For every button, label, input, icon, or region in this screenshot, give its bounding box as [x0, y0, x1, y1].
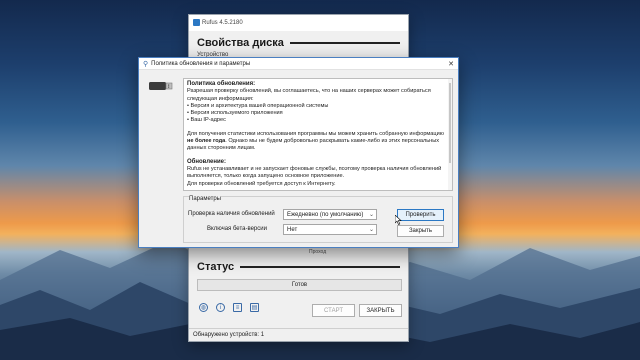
update-text: Rufus не устанавливает и не запускает фо…: [187, 165, 442, 180]
settings-icon[interactable]: ≡: [233, 303, 242, 312]
check-updates-select[interactable]: Ежедневно (по умолчанию) ⌄: [283, 209, 377, 220]
usb-drive-icon: [149, 82, 173, 90]
status-rule: [240, 266, 400, 268]
toolbar-icons: ◍ i ≡ ▤: [199, 303, 259, 312]
drive-properties-heading: Свойства диска: [189, 31, 408, 49]
policy-item: • Ваш IP-адрес: [187, 117, 226, 124]
partial-label: Проход: [309, 249, 327, 255]
policy-scrollbar[interactable]: [448, 79, 452, 190]
start-button[interactable]: СТАРТ: [312, 304, 355, 317]
update-title: Обновление:: [187, 158, 226, 165]
check-updates-value: Ежедневно (по умолчанию): [287, 211, 364, 218]
check-updates-label: Проверка наличия обновлений: [188, 211, 275, 217]
info-icon[interactable]: i: [216, 303, 225, 312]
policy-intro: Разрешая проверку обновлений, вы соглаша…: [187, 88, 431, 102]
beta-versions-label: Включая бета-версии: [207, 226, 267, 232]
policy-text-box[interactable]: Политика обновления: Разрешая проверку о…: [183, 78, 453, 191]
update-policy-dialog: ⚲ Политика обновления и параметры ✕ Поли…: [138, 57, 459, 248]
status-heading: Статус: [189, 261, 408, 273]
usb-small-icon: ⚲: [143, 60, 149, 68]
rufus-statusbar: Обнаружено устройств: 1: [189, 328, 408, 341]
check-now-button[interactable]: Проверить: [397, 209, 444, 221]
close-icon[interactable]: ✕: [444, 60, 458, 68]
update-text-internet: Для проверки обновлений требуется доступ…: [187, 180, 336, 187]
chevron-down-icon: ⌄: [368, 212, 374, 218]
policy-item: • Версия и архитектура вашей операционно…: [187, 102, 329, 109]
beta-versions-value: Нет: [287, 226, 298, 233]
heading-rule: [289, 42, 400, 44]
policy-stats: Для получения статистики использования п…: [187, 130, 444, 152]
mouse-cursor-icon: [395, 215, 402, 225]
policy-item: • Версия используемого приложения: [187, 110, 283, 117]
status-title: Статус: [197, 261, 235, 273]
rufus-window-title: Rufus 4.5.2180: [202, 20, 243, 26]
beta-versions-select[interactable]: Нет ⌄: [283, 224, 377, 235]
parameters-legend: Параметры: [189, 196, 221, 202]
status-progress-bar: Готов: [197, 279, 402, 291]
devices-found-text: Обнаружено устройств: 1: [193, 332, 265, 338]
log-icon[interactable]: ▤: [250, 303, 259, 312]
dialog-title: Политика обновления и параметры: [151, 60, 251, 67]
chevron-down-icon: ⌄: [368, 227, 374, 233]
globe-icon[interactable]: ◍: [199, 303, 208, 312]
dialog-close-button[interactable]: Закрыть: [397, 225, 444, 237]
dialog-titlebar: ⚲ Политика обновления и параметры ✕: [139, 58, 458, 70]
progress-text: Готов: [291, 282, 308, 288]
close-button[interactable]: ЗАКРЫТЬ: [359, 304, 402, 317]
rufus-titlebar: Rufus 4.5.2180: [189, 15, 408, 31]
rufus-app-icon: [193, 19, 200, 26]
drive-properties-title: Свойства диска: [197, 37, 284, 49]
